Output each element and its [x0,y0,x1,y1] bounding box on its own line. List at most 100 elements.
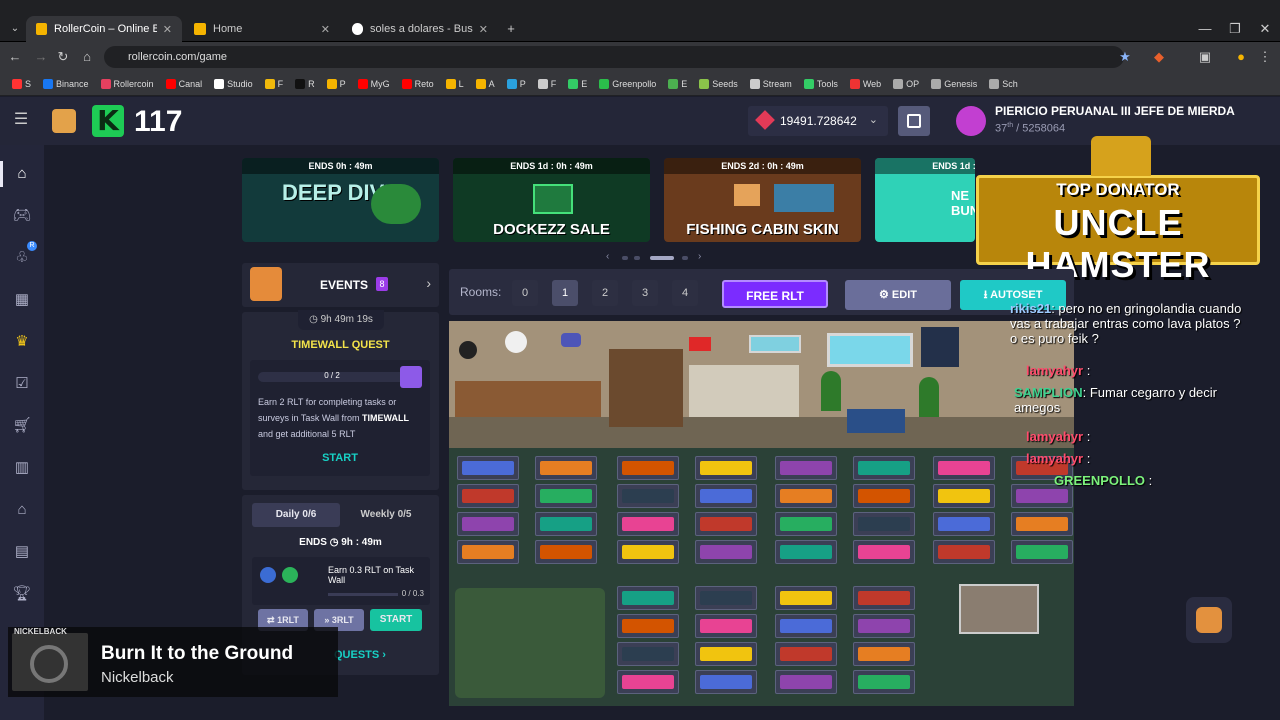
bookmark-item[interactable]: P [503,78,530,89]
miner-slot[interactable] [933,540,995,564]
bookmark-item[interactable]: A [472,78,499,89]
carousel-dot[interactable] [682,256,688,260]
inventory-icon[interactable]: ▤ [11,541,33,563]
bookmark-item[interactable]: Web [846,78,885,89]
bookmark-item[interactable]: Reto [398,78,438,89]
banner-deep-dive[interactable]: ENDS 0h : 49m DEEP DIVE [242,158,439,242]
carousel-dot[interactable] [634,256,640,260]
crown-icon[interactable]: ♛ [11,331,33,353]
room-1-button[interactable]: 1 [552,280,578,306]
bookmark-item[interactable]: OP [889,78,923,89]
bookmark-item[interactable]: Binance [39,78,93,89]
banner-fishing-cabin[interactable]: ENDS 2d : 0h : 49m FISHING CABIN SKIN [664,158,861,242]
tab-daily[interactable]: Daily 0/6 [252,503,340,527]
bookmark-item[interactable]: E [564,78,591,89]
store-icon[interactable]: ▥ [11,457,33,479]
menu-toggle-icon[interactable]: ☰ [12,111,30,129]
bookmark-star-icon[interactable]: ★ [1116,48,1134,66]
quests-link[interactable]: QUESTS › [334,649,386,661]
room-0-button[interactable]: 0 [512,280,538,306]
bookmark-item[interactable]: E [664,78,691,89]
minimize-icon[interactable]: — [1196,20,1214,38]
bookmark-item[interactable]: L [442,78,468,89]
menu-dots-icon[interactable]: ⋮ [1256,48,1274,66]
wallet-button[interactable] [898,106,930,136]
new-tab-icon[interactable]: + [502,20,520,38]
games-icon[interactable]: 🎮︎ [11,205,33,227]
bookmark-item[interactable]: R [291,78,319,89]
bookmark-item[interactable]: Greenpollo [595,78,660,89]
close-tab-icon[interactable]: ✕ [473,23,488,36]
miner-slot[interactable] [457,456,519,480]
profile-icon[interactable]: ● [1232,48,1250,66]
tasks-icon[interactable]: ☑ [11,373,33,395]
user-avatar[interactable] [956,106,986,136]
miner-slot[interactable] [775,484,837,508]
miner-slot[interactable] [775,642,837,666]
back-icon[interactable]: ← [6,48,24,66]
miner-slot[interactable] [695,614,757,638]
miner-slot[interactable] [695,540,757,564]
balance-dropdown[interactable]: 19491.728642 ⌄ [748,106,888,136]
close-window-icon[interactable]: ✕ [1256,20,1274,38]
bookmark-item[interactable]: P [323,78,350,89]
banner-new-bundle[interactable]: ENDS 1d : 0h : 49m NE BUND [875,158,975,242]
carousel-dot-active[interactable] [650,256,674,260]
miner-slot[interactable] [617,484,679,508]
free-rlt-button[interactable]: FREE RLT [722,280,828,308]
room-3-button[interactable]: 3 [632,280,658,306]
bookmark-item[interactable]: S [8,78,35,89]
miner-slot[interactable] [853,642,915,666]
miner-slot[interactable] [457,512,519,536]
tab-rollercoin[interactable]: RollerCoin – Online Bitcoin Mining ✕ [26,16,182,42]
maximize-icon[interactable]: ❐ [1226,20,1244,38]
bookmark-item[interactable]: Sch [985,78,1022,89]
rooms-icon[interactable]: ⌂ [11,499,33,521]
tab-google[interactable]: soles a dolares - Buscar con Google ✕ [342,16,498,42]
bookmark-item[interactable]: Genesis [927,78,981,89]
bookmark-item[interactable]: Studio [210,78,257,89]
miner-slot[interactable] [695,512,757,536]
support-chat-button[interactable] [1186,597,1232,643]
bookmark-item[interactable]: Tools [800,78,842,89]
home-icon[interactable]: ⌂ [78,48,96,66]
miner-slot[interactable] [933,484,995,508]
miner-slot[interactable] [933,456,995,480]
room-4-button[interactable]: 4 [672,280,698,306]
miner-slot[interactable] [617,670,679,694]
task-start-button[interactable]: START [370,609,422,631]
miner-slot[interactable] [775,670,837,694]
miner-slot[interactable] [933,512,995,536]
trophy-icon[interactable]: 🏆︎ [11,583,33,605]
events-icon[interactable]: ▦ [11,289,33,311]
miner-slot[interactable] [457,540,519,564]
extensions-puzzle-icon[interactable]: ▣ [1196,48,1214,66]
miner-slot[interactable] [853,512,915,536]
miner-slot[interactable] [695,586,757,610]
bookmark-item[interactable]: Rollercoin [97,78,158,89]
bookmark-item[interactable]: F [534,78,561,89]
miner-slot[interactable] [617,586,679,610]
miner-slot[interactable] [775,540,837,564]
miner-slot[interactable] [775,586,837,610]
miner-slot[interactable] [775,614,837,638]
miner-slot[interactable] [535,540,597,564]
carousel-next-icon[interactable]: › [698,251,701,262]
home-icon[interactable]: ⌂ [11,163,33,185]
events-header[interactable]: EVENTS 8 › [242,263,439,307]
bookmark-item[interactable]: MyG [354,78,394,89]
carousel-prev-icon[interactable]: ‹ [606,251,609,262]
miner-slot[interactable] [617,614,679,638]
room-2-button[interactable]: 2 [592,280,618,306]
miner-slot[interactable] [853,670,915,694]
miner-slot[interactable] [695,642,757,666]
miner-slot[interactable] [617,456,679,480]
miner-slot[interactable] [617,642,679,666]
forward-icon[interactable]: → [32,48,50,66]
edit-button[interactable]: ⚙ EDIT [845,280,951,310]
close-tab-icon[interactable]: ✕ [315,23,330,36]
marketplace-icon[interactable]: 🛒︎ [11,415,33,437]
bookmark-item[interactable]: F [261,78,288,89]
extension-icon[interactable]: ◆ [1150,48,1168,66]
miner-slot[interactable] [457,484,519,508]
